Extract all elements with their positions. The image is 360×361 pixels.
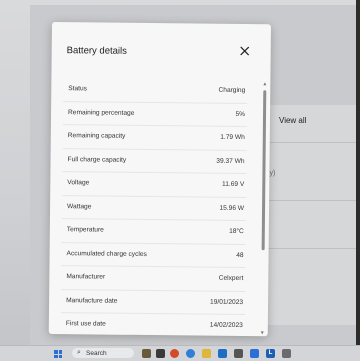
background-divider	[266, 142, 356, 143]
row-label: Voltage	[67, 179, 90, 187]
close-icon	[240, 46, 250, 56]
battery-details-dialog: Battery details Status Charging Remainin…	[48, 22, 271, 337]
detail-row-remaining-percentage: Remaining percentage 5%	[62, 100, 248, 127]
view-all-link[interactable]: View all	[279, 116, 306, 125]
detail-row-manufacture-date: Manufacture date 19/01/2023	[60, 288, 246, 315]
detail-row-full-charge-capacity: Full charge capacity 39.37 Wh	[62, 147, 247, 174]
detail-row-wattage: Wattage 15.96 W	[61, 194, 247, 221]
scroll-up-arrow-icon[interactable]: ▲	[262, 81, 267, 87]
detail-row-first-use-date: First use date 14/02/2023	[60, 312, 245, 337]
row-label: Full charge capacity	[67, 155, 127, 164]
app-l-letter: L	[268, 350, 273, 356]
row-value: Celxpert	[218, 274, 244, 283]
dialog-header: Battery details	[51, 22, 270, 72]
scrollbar[interactable]: ▲ ▼	[260, 81, 268, 336]
row-label: Manufacture date	[66, 296, 118, 305]
widgets-icon[interactable]	[142, 349, 151, 358]
taskbar-search-box[interactable]: ⌕ Search	[72, 348, 134, 358]
mail-icon[interactable]	[234, 349, 243, 358]
row-value: 11.69 V	[222, 180, 245, 189]
row-value: 19/01/2023	[210, 298, 244, 306]
file-explorer-icon[interactable]	[202, 349, 211, 358]
detail-row-temperature: Temperature 18°C	[61, 218, 246, 244]
row-value: 39.37 Wh	[216, 157, 245, 165]
row-value: 48	[236, 251, 244, 259]
close-button[interactable]	[237, 43, 253, 59]
camera-icon[interactable]	[282, 349, 291, 358]
row-label: Status	[68, 85, 88, 93]
laptop-screen: View all ity) Battery details Status Cha…	[0, 0, 360, 345]
windows-logo-icon	[58, 354, 62, 358]
row-label: Remaining percentage	[68, 108, 135, 117]
detail-row-voltage: Voltage 11.69 V	[62, 171, 247, 197]
row-label: Temperature	[66, 226, 104, 234]
app-l-icon[interactable]: L	[266, 349, 275, 358]
windows-logo-icon	[54, 350, 58, 354]
detail-row-remaining-capacity: Remaining capacity 1.79 Wh	[62, 124, 247, 150]
windows-logo-icon	[54, 354, 58, 358]
battery-details-list: Status Charging Remaining percentage 5% …	[49, 78, 258, 337]
row-label: Manufacturer	[66, 273, 106, 281]
settings-icon[interactable]	[250, 349, 259, 358]
row-value: 14/02/2023	[209, 321, 243, 330]
dialog-title: Battery details	[66, 45, 127, 57]
store-icon[interactable]	[218, 349, 227, 358]
background-divider	[266, 248, 356, 249]
taskbar: ⌕ Search L	[0, 345, 360, 361]
start-button[interactable]	[54, 350, 62, 358]
screen-bezel	[356, 0, 360, 345]
row-value: 1.79 Wh	[220, 133, 245, 142]
background-divider	[266, 200, 356, 201]
row-label: Remaining capacity	[67, 132, 126, 140]
scrollbar-thumb[interactable]	[261, 90, 267, 251]
background-panel	[262, 105, 360, 325]
detail-row-charge-cycles: Accumulated charge cycles 48	[61, 241, 246, 268]
row-label: Wattage	[67, 202, 92, 210]
windows-logo-icon	[58, 350, 62, 354]
row-value: 5%	[235, 110, 246, 118]
row-value: 18°C	[229, 227, 244, 236]
task-view-icon[interactable]	[156, 349, 165, 358]
detail-row-status: Status Charging	[63, 78, 247, 102]
search-label: Search	[86, 349, 107, 357]
edge-icon[interactable]	[186, 349, 195, 358]
row-label: First use date	[65, 320, 106, 328]
detail-row-manufacturer: Manufacturer Celxpert	[61, 265, 246, 291]
row-value: 15.96 W	[219, 204, 245, 212]
row-label: Accumulated charge cycles	[66, 249, 147, 258]
row-value: Charging	[218, 86, 246, 95]
search-icon: ⌕	[77, 349, 81, 356]
chrome-icon[interactable]	[170, 349, 179, 358]
scroll-down-arrow-icon[interactable]: ▼	[260, 330, 265, 336]
